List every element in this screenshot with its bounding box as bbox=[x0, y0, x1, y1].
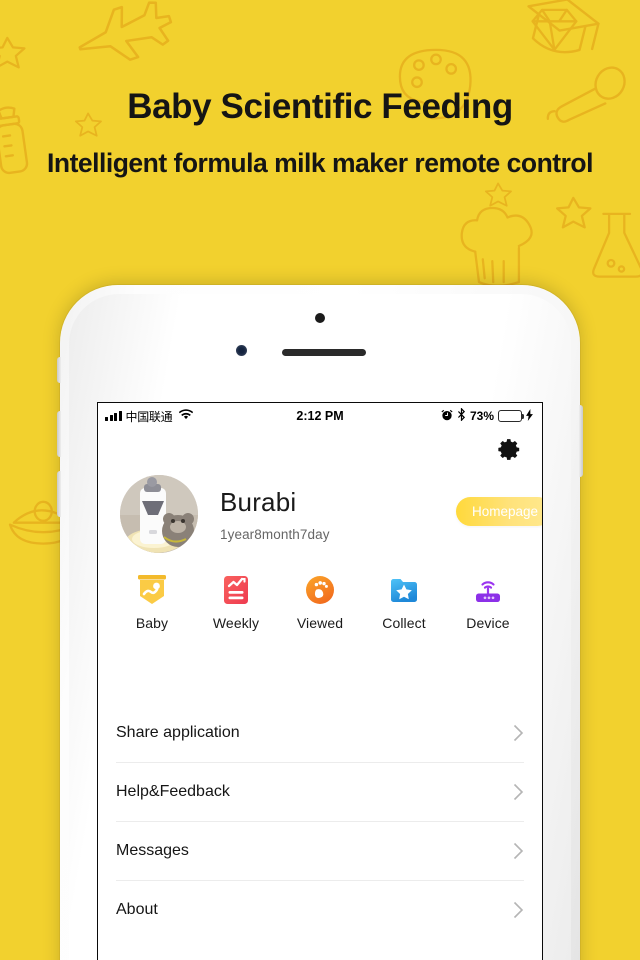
page-title: Baby Scientific Feeding bbox=[127, 87, 513, 126]
baby-badge-icon bbox=[135, 573, 169, 607]
profile-text: Burabi 1year8month7day bbox=[220, 487, 330, 542]
proximity-sensor-icon bbox=[236, 345, 247, 356]
volume-down-button[interactable] bbox=[57, 471, 61, 517]
front-camera-icon bbox=[315, 313, 325, 323]
quick-action-label: Device bbox=[466, 615, 510, 631]
footprint-icon bbox=[303, 573, 337, 607]
quick-action-weekly[interactable]: Weekly bbox=[194, 573, 278, 631]
menu-item-label: Help&Feedback bbox=[116, 782, 230, 800]
chevron-right-icon bbox=[513, 901, 524, 919]
phone-mockup: 中国联通 2:12 PM 73% Burabi 1year8month7day … bbox=[57, 285, 583, 960]
quick-action-label: Viewed bbox=[296, 615, 344, 631]
settings-menu: Share application Help&Feedback Messages… bbox=[98, 703, 542, 939]
flask-icon bbox=[592, 212, 640, 278]
menu-item-label: Messages bbox=[116, 841, 189, 859]
quick-action-collect[interactable]: Collect bbox=[362, 573, 446, 631]
page-subtitle: Intelligent formula milk maker remote co… bbox=[47, 147, 593, 178]
chevron-right-icon bbox=[513, 724, 524, 742]
quick-actions-row: Baby Weekly Viewed Collect Device bbox=[98, 559, 542, 631]
chef-hat-icon bbox=[460, 206, 533, 288]
settings-bar bbox=[98, 429, 542, 469]
router-wifi-icon bbox=[471, 573, 505, 607]
profile-section: Burabi 1year8month7day Homepage bbox=[98, 469, 542, 559]
menu-item-about[interactable]: About bbox=[116, 880, 524, 939]
chevron-right-icon bbox=[513, 842, 524, 860]
gear-icon[interactable] bbox=[497, 437, 522, 462]
diamond-icon bbox=[531, 8, 578, 51]
quick-action-viewed[interactable]: Viewed bbox=[278, 573, 362, 631]
battery-icon bbox=[498, 410, 525, 422]
menu-item-share-application[interactable]: Share application bbox=[116, 703, 524, 762]
silent-switch[interactable] bbox=[57, 357, 61, 383]
phone-screen: 中国联通 2:12 PM 73% Burabi 1year8month7day … bbox=[97, 402, 543, 960]
alarm-clock-icon bbox=[441, 409, 453, 424]
profile-age: 1year8month7day bbox=[220, 526, 330, 542]
battery-percent-label: 73% bbox=[469, 409, 494, 423]
quick-action-device[interactable]: Device bbox=[446, 573, 530, 631]
airplane-icon bbox=[78, 1, 173, 61]
cellular-signal-icon bbox=[105, 411, 122, 421]
menu-item-messages[interactable]: Messages bbox=[116, 821, 524, 880]
menu-item-help-feedback[interactable]: Help&Feedback bbox=[116, 762, 524, 821]
avatar-photo bbox=[120, 475, 198, 553]
star-icon bbox=[0, 36, 26, 69]
quick-action-label: Weekly bbox=[212, 615, 260, 631]
menu-item-label: About bbox=[116, 900, 158, 918]
star-icon bbox=[556, 196, 592, 229]
quick-action-baby[interactable]: Baby bbox=[110, 573, 194, 631]
chevron-right-icon bbox=[513, 783, 524, 801]
power-button[interactable] bbox=[579, 405, 583, 477]
profile-name: Burabi bbox=[220, 486, 297, 517]
wifi-icon bbox=[179, 409, 194, 423]
star-icon bbox=[484, 182, 512, 207]
carrier-label: 中国联通 bbox=[125, 409, 173, 424]
volume-up-button[interactable] bbox=[57, 411, 61, 457]
star-folder-icon bbox=[387, 573, 421, 607]
chart-report-icon bbox=[219, 573, 253, 607]
menu-item-label: Share application bbox=[116, 723, 240, 741]
bluetooth-icon bbox=[457, 407, 466, 424]
homepage-button[interactable]: Homepage bbox=[455, 497, 542, 526]
graduation-cap-icon bbox=[527, 0, 600, 54]
avatar[interactable] bbox=[120, 475, 198, 553]
lightning-bolt-icon bbox=[526, 408, 533, 424]
quick-action-label: Baby bbox=[135, 615, 169, 631]
hero-text-block: Baby Scientific Feeding Intelligent form… bbox=[0, 87, 640, 178]
earpiece-speaker-icon bbox=[282, 349, 366, 356]
status-bar: 中国联通 2:12 PM 73% bbox=[98, 403, 542, 429]
quick-action-label: Collect bbox=[382, 615, 426, 631]
